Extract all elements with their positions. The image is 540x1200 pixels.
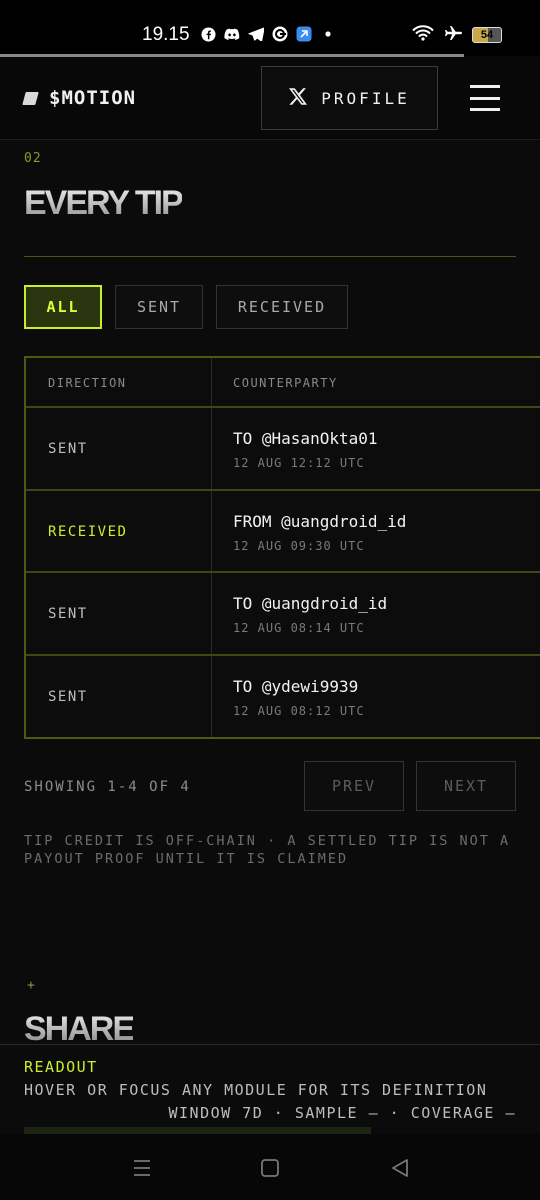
app-icon bbox=[296, 26, 312, 42]
row-counterparty: FROM @uangdroid_id bbox=[233, 512, 407, 531]
filter-received[interactable]: RECEIVED bbox=[216, 285, 348, 329]
wifi-icon bbox=[412, 25, 434, 45]
browser-icon bbox=[272, 26, 288, 42]
row-timestamp: 12 AUG 08:12 UTC bbox=[233, 704, 365, 718]
column-header-counterparty: COUNTERPARTY bbox=[233, 376, 338, 390]
section-number: 02 bbox=[24, 151, 42, 166]
brand-mark-icon bbox=[22, 91, 39, 105]
profile-button[interactable]: PROFILE bbox=[261, 66, 438, 130]
share-section-title: SHARE bbox=[24, 1010, 134, 1044]
home-icon[interactable] bbox=[258, 1156, 282, 1180]
discord-icon bbox=[224, 26, 240, 42]
airplane-icon bbox=[443, 25, 463, 45]
row-direction: RECEIVED bbox=[48, 524, 128, 540]
filter-tabs: ALL SENT RECEIVED bbox=[24, 285, 348, 329]
filter-all[interactable]: ALL bbox=[24, 285, 102, 329]
status-system-icons: 54 bbox=[412, 25, 502, 45]
row-timestamp: 12 AUG 09:30 UTC bbox=[233, 539, 365, 553]
row-direction: SENT bbox=[48, 689, 88, 705]
row-direction: SENT bbox=[48, 441, 88, 457]
filter-sent[interactable]: SENT bbox=[115, 285, 203, 329]
battery-icon: 54 bbox=[472, 27, 502, 43]
telegram-icon bbox=[248, 26, 264, 42]
facebook-icon bbox=[200, 26, 216, 42]
pagination-summary: SHOWING 1-4 OF 4 bbox=[24, 779, 191, 795]
brand-logo[interactable]: $MOTION bbox=[22, 87, 137, 109]
readout-panel: READOUT HOVER OR FOCUS ANY MODULE FOR IT… bbox=[0, 1044, 540, 1135]
row-counterparty: TO @uangdroid_id bbox=[233, 594, 388, 613]
row-counterparty: TO @ydewi9939 bbox=[233, 677, 359, 696]
next-button[interactable]: NEXT bbox=[416, 761, 516, 811]
readout-text: HOVER OR FOCUS ANY MODULE FOR ITS DEFINI… bbox=[24, 1081, 488, 1099]
prev-button[interactable]: PREV bbox=[304, 761, 404, 811]
hamburger-menu-icon[interactable] bbox=[470, 83, 500, 113]
title-divider bbox=[24, 256, 516, 257]
status-time: 19.15 bbox=[142, 24, 190, 45]
status-bar: 19.15 54 bbox=[0, 0, 540, 57]
status-notification-icons bbox=[200, 26, 336, 42]
back-icon[interactable] bbox=[388, 1156, 412, 1180]
site-header: $MOTION PROFILE bbox=[0, 57, 540, 140]
table-row[interactable]: SENT TO @HasanOkta01 12 AUG 12:12 UTC bbox=[26, 408, 540, 491]
column-header-direction: DIRECTION bbox=[48, 376, 127, 390]
section-marker: + bbox=[27, 978, 35, 993]
readout-meta: WINDOW 7D · SAMPLE — · COVERAGE — bbox=[168, 1104, 516, 1122]
row-counterparty: TO @HasanOkta01 bbox=[233, 429, 378, 448]
row-timestamp: 12 AUG 08:14 UTC bbox=[233, 621, 365, 635]
section-title: EVERY TIP bbox=[24, 184, 184, 222]
row-timestamp: 12 AUG 12:12 UTC bbox=[233, 456, 365, 470]
tips-table: DIRECTION COUNTERPARTY SENT TO @HasanOkt… bbox=[24, 356, 540, 739]
readout-label: READOUT bbox=[24, 1058, 98, 1076]
table-row[interactable]: SENT TO @ydewi9939 12 AUG 08:12 UTC bbox=[26, 656, 540, 737]
table-row[interactable]: SENT TO @uangdroid_id 12 AUG 08:14 UTC bbox=[26, 573, 540, 656]
row-direction: SENT bbox=[48, 606, 88, 622]
table-row[interactable]: RECEIVED FROM @uangdroid_id 12 AUG 09:30… bbox=[26, 491, 540, 573]
x-logo-icon bbox=[289, 87, 308, 109]
table-header-row: DIRECTION COUNTERPARTY bbox=[26, 358, 540, 408]
profile-label: PROFILE bbox=[321, 88, 410, 108]
dot-icon bbox=[320, 26, 336, 42]
recent-apps-icon[interactable] bbox=[130, 1156, 154, 1180]
brand-name: $MOTION bbox=[49, 87, 137, 109]
system-navigation-bar bbox=[0, 1134, 540, 1200]
disclaimer-note: TIP CREDIT IS OFF-CHAIN · A SETTLED TIP … bbox=[24, 833, 511, 867]
